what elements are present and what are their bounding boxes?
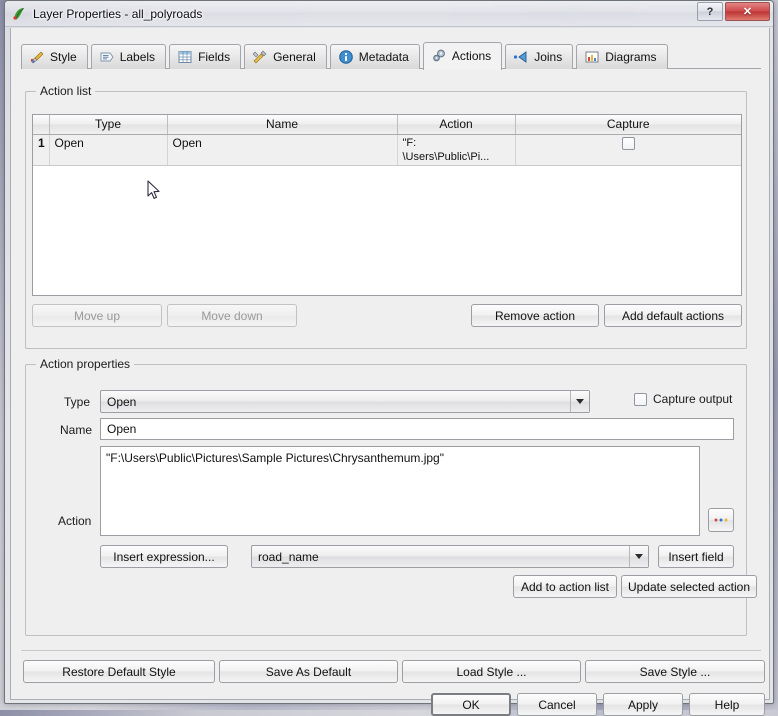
capture-output-row[interactable]: Capture output — [634, 392, 732, 406]
name-value: Open — [107, 422, 137, 436]
name-input[interactable]: Open — [100, 418, 734, 440]
add-to-action-list-button[interactable]: Add to action list — [513, 575, 617, 598]
layer-properties-window: Layer Properties - all_polyroads ? ✕ Sty… — [0, 0, 778, 716]
join-arrow-icon — [513, 49, 529, 65]
capture-output-label: Capture output — [653, 392, 733, 406]
action-list-table[interactable]: Type Name Action Capture 1 Open Open "F:… — [32, 114, 742, 296]
action-textarea[interactable]: "F:\Users\Public\Pictures\Sample Picture… — [100, 446, 700, 536]
tab-style[interactable]: Style — [21, 44, 88, 69]
type-value: Open — [107, 394, 137, 409]
tab-label: General — [273, 50, 316, 64]
update-selected-action-button[interactable]: Update selected action — [621, 575, 757, 598]
field-value: road_name — [258, 549, 319, 564]
tab-actions[interactable]: Actions — [422, 42, 503, 70]
insert-field-button[interactable]: Insert field — [658, 545, 734, 568]
bar-chart-icon — [584, 49, 600, 65]
tab-label: Actions — [451, 49, 492, 63]
tools-icon — [252, 49, 268, 65]
tab-joins[interactable]: Joins — [505, 44, 574, 69]
browse-button[interactable] — [708, 508, 734, 532]
move-down-button[interactable]: Move down — [167, 304, 297, 327]
action-list-title: Action list — [36, 84, 96, 98]
load-style-button[interactable]: Load Style ... — [402, 660, 581, 683]
paintbrush-icon — [29, 49, 45, 65]
tab-label: Joins — [534, 50, 563, 64]
title-bar[interactable]: Layer Properties - all_polyroads ? ✕ — [5, 1, 773, 27]
table-row[interactable]: 1 Open Open "F: \Users\Public\Pi... — [33, 134, 741, 166]
column-header-capture[interactable]: Capture — [515, 115, 741, 135]
tab-label: Diagrams — [605, 50, 657, 64]
column-header-type[interactable]: Type — [49, 115, 168, 135]
chevron-down-icon[interactable] — [629, 546, 648, 567]
apply-button[interactable]: Apply — [603, 693, 683, 716]
label-tag-icon — [99, 49, 115, 65]
action-label: Action — [58, 514, 92, 528]
cancel-button[interactable]: Cancel — [517, 693, 597, 716]
cell-capture[interactable] — [515, 134, 741, 166]
field-dropdown[interactable]: road_name — [251, 545, 649, 568]
tab-bar: Style Labels Fields General Metadata Act… — [21, 41, 761, 70]
info-circle-icon — [338, 49, 354, 65]
tab-label: Style — [50, 50, 77, 64]
window-title: Layer Properties - all_polyroads — [33, 6, 203, 21]
tab-label: Fields — [198, 50, 231, 64]
qgis-logo-icon — [11, 6, 27, 22]
cell-type[interactable]: Open — [49, 134, 168, 166]
window-controls: ? ✕ — [697, 2, 770, 21]
gears-icon — [431, 48, 447, 64]
close-icon[interactable]: ✕ — [725, 2, 770, 21]
table-grid-icon — [177, 49, 193, 65]
type-dropdown[interactable]: Open — [100, 390, 590, 413]
remove-action-button[interactable]: Remove action — [471, 304, 599, 327]
capture-output-checkbox[interactable] — [634, 392, 647, 406]
add-default-actions-button[interactable]: Add default actions — [604, 304, 742, 327]
column-header-name[interactable]: Name — [167, 115, 398, 135]
row-number: 1 — [33, 134, 50, 166]
save-as-default-button[interactable]: Save As Default — [219, 660, 398, 683]
tab-label: Metadata — [358, 50, 409, 64]
table-header-row: Type Name Action Capture — [33, 115, 741, 135]
action-properties-group: Action properties Type Open Capture outp… — [25, 357, 757, 636]
cell-name[interactable]: Open — [167, 134, 398, 166]
type-label: Type — [64, 395, 91, 409]
help-footer-button[interactable]: Help — [689, 693, 765, 716]
chevron-down-icon[interactable] — [570, 391, 589, 412]
footer-divider — [21, 650, 761, 651]
help-button[interactable]: ? — [697, 2, 723, 21]
action-list-group: Action list Type Name Action Capture 1 O… — [25, 84, 747, 349]
ellipsis-icon — [714, 518, 728, 522]
cell-action[interactable]: "F: \Users\Public\Pi... — [397, 134, 516, 166]
tab-general[interactable]: General — [244, 44, 327, 69]
restore-default-style-button[interactable]: Restore Default Style — [23, 660, 215, 683]
tab-diagrams[interactable]: Diagrams — [576, 44, 668, 69]
move-up-button[interactable]: Move up — [32, 304, 162, 327]
ok-button[interactable]: OK — [431, 693, 511, 716]
insert-expression-button[interactable]: Insert expression... — [100, 545, 228, 568]
tab-label: Labels — [119, 50, 156, 64]
name-label: Name — [60, 423, 93, 437]
tab-metadata[interactable]: Metadata — [329, 44, 420, 69]
tab-fields[interactable]: Fields — [169, 44, 242, 69]
column-header-action[interactable]: Action — [397, 115, 516, 135]
save-style-button[interactable]: Save Style ... — [585, 660, 765, 683]
window-frame: Layer Properties - all_polyroads ? ✕ Sty… — [4, 0, 774, 716]
capture-checkbox[interactable] — [621, 136, 635, 150]
dialog-client-area: Style Labels Fields General Metadata Act… — [10, 28, 770, 716]
action-properties-title: Action properties — [36, 357, 135, 371]
tab-labels[interactable]: Labels — [90, 44, 167, 69]
column-header-rownum[interactable] — [33, 115, 50, 135]
